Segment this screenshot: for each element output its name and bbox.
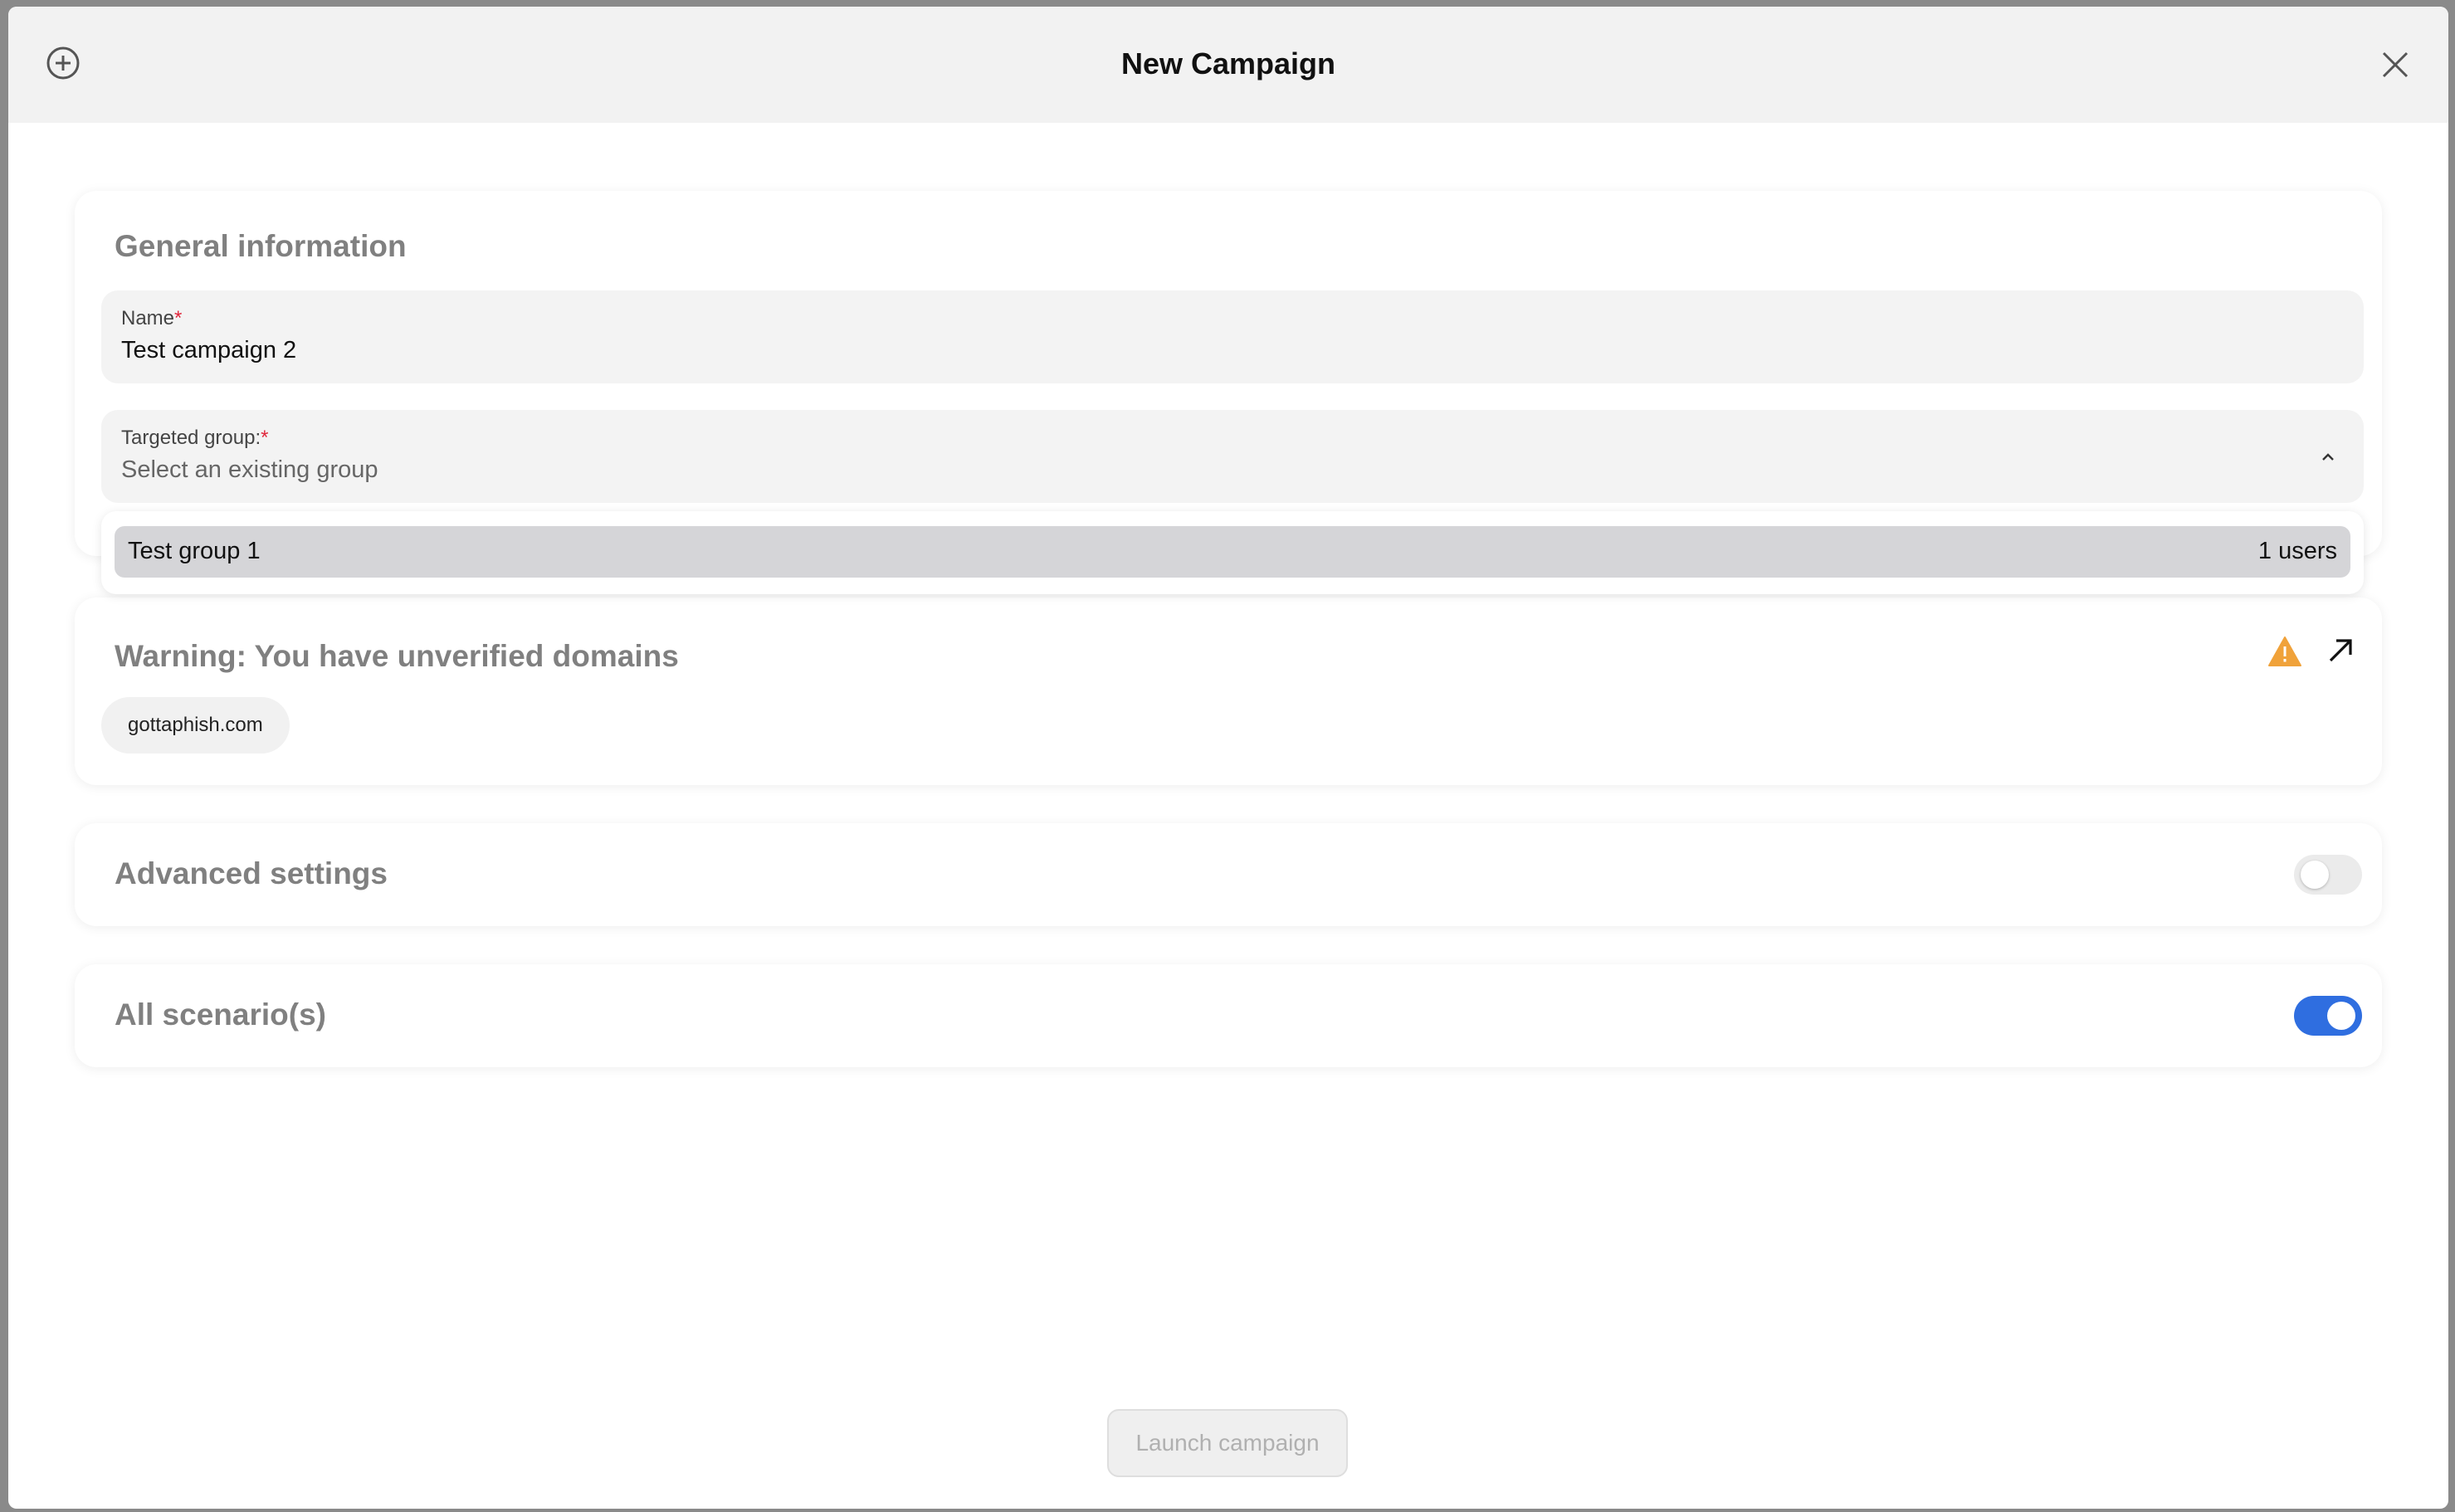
name-label: Name* [121, 307, 183, 329]
chevron-up-icon[interactable] [2317, 446, 2339, 468]
all-scenarios-card: All scenario(s) [75, 964, 2382, 1067]
modal-title: New Campaign [1120, 46, 1336, 80]
advanced-settings-title: Advanced settings [115, 856, 388, 890]
advanced-settings-toggle[interactable] [2294, 855, 2362, 895]
all-scenarios-title: All scenario(s) [115, 997, 326, 1032]
close-icon[interactable] [2379, 48, 2412, 81]
required-mark: * [174, 307, 183, 329]
targeted-group-placeholder: Select an existing group [121, 456, 378, 483]
domain-chip[interactable]: gottaphish.com [101, 697, 290, 754]
targeted-group-label: Targeted group:* [121, 427, 269, 449]
targeted-group-select[interactable]: Targeted group:* Select an existing grou… [101, 410, 2364, 503]
name-field[interactable]: Name* Test campaign 2 [101, 290, 2364, 383]
option-group-name: Test group 1 [128, 538, 261, 564]
launch-campaign-button[interactable]: Launch campaign [1107, 1409, 1348, 1477]
all-scenarios-toggle[interactable] [2294, 996, 2362, 1036]
toggle-knob [2327, 1002, 2355, 1030]
new-campaign-modal: New Campaign General information Name* T… [8, 7, 2448, 1509]
unverified-domains-card: Warning: You have unverified domains [75, 597, 2382, 785]
name-input[interactable]: Test campaign 2 [121, 337, 296, 364]
dropdown-option-test-group-1[interactable]: Test group 1 1 users [115, 526, 2350, 578]
warning-triangle-icon [2268, 637, 2301, 666]
general-information-title: General information [115, 229, 407, 263]
required-mark: * [261, 427, 269, 449]
advanced-settings-card: Advanced settings [75, 823, 2382, 926]
targeted-group-dropdown: Test group 1 1 users [101, 511, 2364, 594]
toggle-knob [2301, 861, 2329, 889]
external-arrow-icon[interactable] [2326, 636, 2355, 666]
warning-title: Warning: You have unverified domains [115, 639, 679, 673]
option-user-count: 1 users [2257, 538, 2337, 564]
modal-header: New Campaign [8, 7, 2448, 123]
